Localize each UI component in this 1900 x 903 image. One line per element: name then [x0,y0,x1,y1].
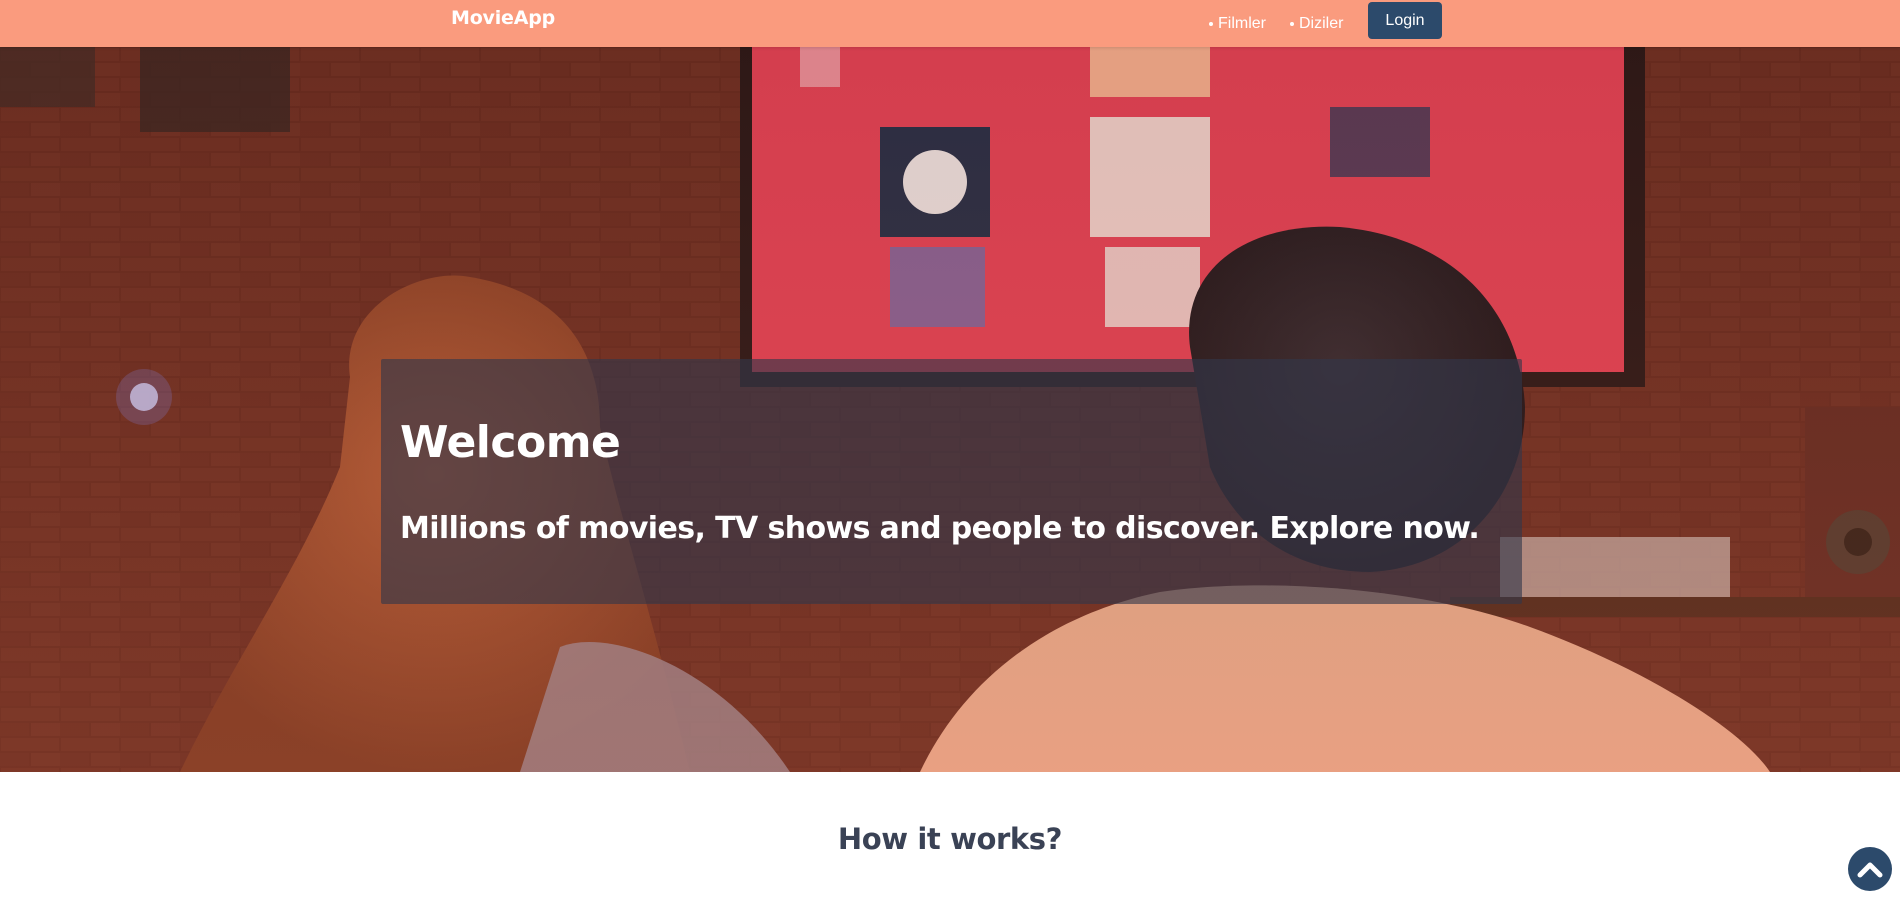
hero-section: Welcome Millions of movies, TV shows and… [0,47,1900,772]
hero-title: Welcome [400,417,621,468]
hero-card: Welcome Millions of movies, TV shows and… [381,359,1522,604]
nav-link-label: Diziler [1299,14,1344,32]
navbar: MovieApp Filmler Diziler Login [0,0,1900,47]
nav-link-filmler[interactable]: Filmler [1209,15,1266,33]
bullet-icon [1290,21,1294,26]
hero-subtitle: Millions of movies, TV shows and people … [400,511,1480,546]
how-it-works-title: How it works? [837,822,1063,856]
nav-links: Filmler Diziler [1209,0,1367,47]
bullet-icon [1209,21,1213,26]
nav-link-label: Filmler [1218,14,1266,32]
scroll-top-button[interactable] [1848,847,1892,891]
brand-logo[interactable]: MovieApp [451,7,555,29]
login-button[interactable]: Login [1368,2,1442,39]
nav-link-diziler[interactable]: Diziler [1290,15,1343,33]
chevron-up-icon [1857,862,1883,878]
